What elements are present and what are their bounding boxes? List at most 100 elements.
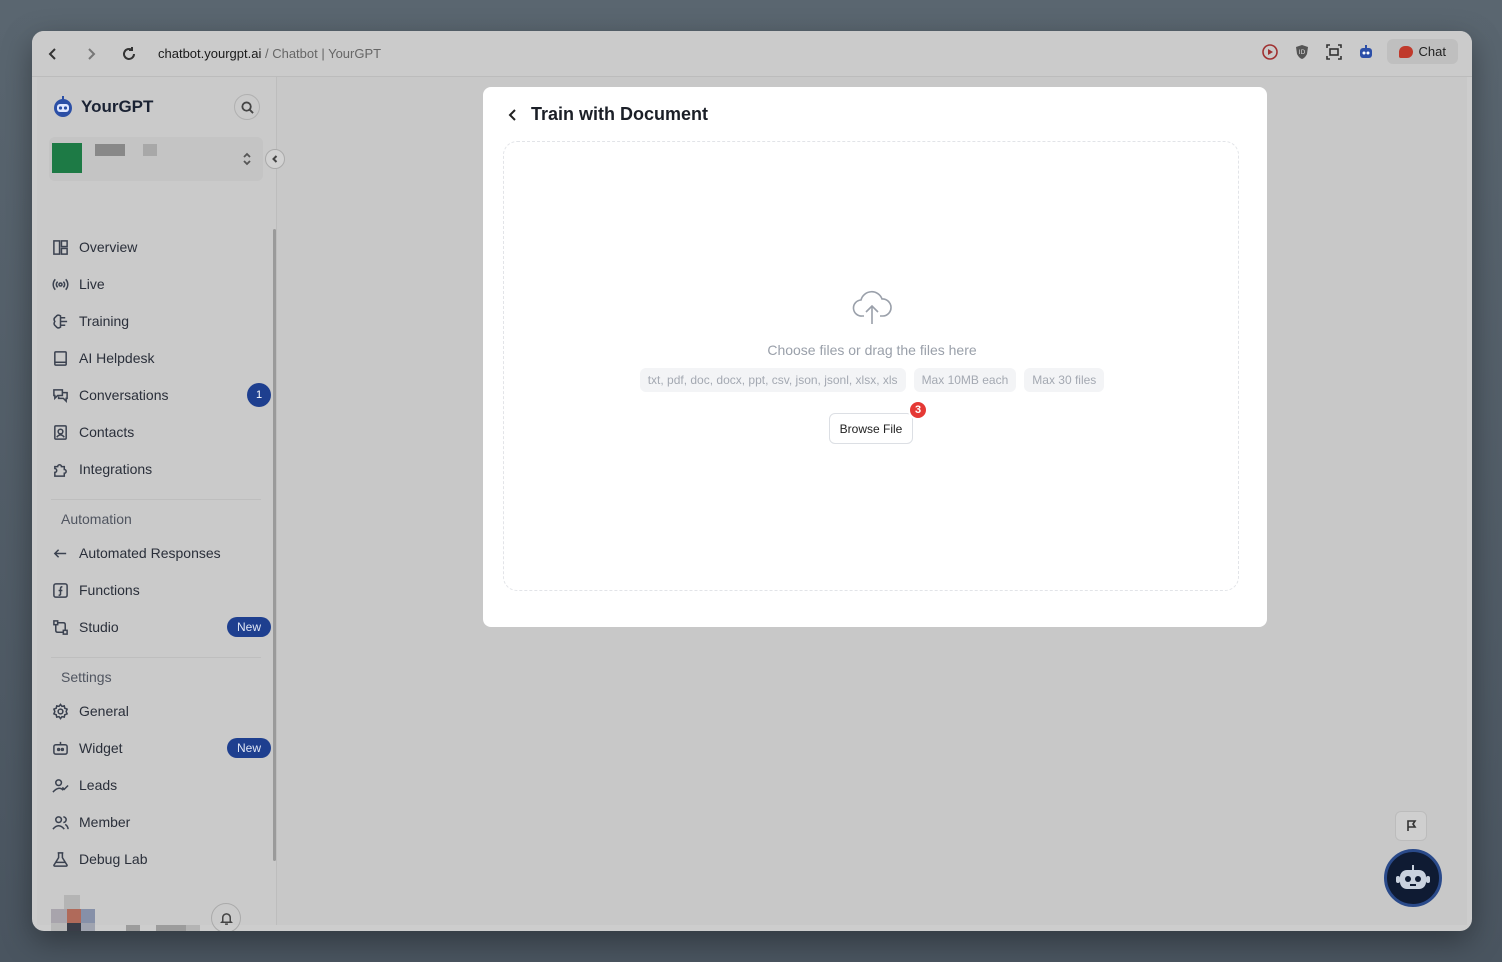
collapse-sidebar-button[interactable] bbox=[265, 149, 285, 169]
url-domain: chatbot.yourgpt.ai bbox=[158, 46, 262, 61]
chatbot-launcher-button[interactable] bbox=[1384, 849, 1442, 907]
unread-count-badge: 1 bbox=[247, 383, 271, 407]
reload-icon bbox=[123, 46, 135, 60]
chat-label: Chat bbox=[1418, 44, 1446, 59]
gear-icon bbox=[51, 702, 69, 720]
sidebar-item-automated-responses[interactable]: Automated Responses bbox=[51, 538, 261, 568]
sidebar-item-widget[interactable]: Widget New bbox=[51, 733, 271, 763]
workspace-switcher[interactable] bbox=[49, 137, 263, 181]
pixel-block bbox=[186, 925, 200, 931]
pixel-block bbox=[51, 909, 67, 923]
puzzle-icon bbox=[51, 460, 69, 478]
sidebar-item-general[interactable]: General bbox=[51, 696, 261, 726]
chat-bubbles-icon bbox=[51, 386, 69, 404]
sidebar-item-label: Training bbox=[79, 313, 130, 329]
sidebar-divider bbox=[51, 657, 261, 658]
sidebar-item-overview[interactable]: Overview bbox=[51, 232, 261, 262]
cloud-upload-icon bbox=[852, 290, 892, 326]
book-icon bbox=[51, 349, 69, 367]
sidebar-item-label: Conversations bbox=[79, 387, 169, 403]
file-dropzone[interactable]: Choose files or drag the files here txt,… bbox=[503, 141, 1239, 591]
sidebar-item-live[interactable]: Live bbox=[51, 269, 261, 299]
workspace-avatar bbox=[52, 143, 82, 173]
crop-frame-icon bbox=[1325, 43, 1342, 60]
sidebar-item-label: Contacts bbox=[79, 424, 135, 440]
train-document-modal: Train with Document Choose files or drag… bbox=[483, 87, 1267, 627]
sidebar-item-studio[interactable]: Studio New bbox=[51, 612, 271, 642]
sidebar-item-label: Overview bbox=[79, 239, 138, 255]
function-icon bbox=[51, 581, 69, 599]
flask-icon bbox=[51, 850, 69, 868]
bell-icon bbox=[219, 912, 233, 925]
sidebar-item-ai-helpdesk[interactable]: AI Helpdesk bbox=[51, 343, 261, 373]
pixel-block bbox=[67, 909, 81, 923]
yourgpt-extension[interactable] bbox=[1355, 41, 1377, 63]
feedback-flag-button[interactable] bbox=[1395, 811, 1427, 841]
sidebar-item-functions[interactable]: Functions bbox=[51, 575, 261, 605]
broadcast-icon bbox=[51, 275, 69, 293]
robot-icon bbox=[1396, 865, 1430, 889]
sidebar-item-label: Functions bbox=[79, 582, 140, 598]
sidebar-item-integrations[interactable]: Integrations bbox=[51, 454, 261, 484]
sidebar-item-label: General bbox=[79, 703, 129, 719]
shield-icon: ID bbox=[1295, 44, 1308, 59]
forward-button[interactable] bbox=[74, 39, 108, 69]
sidebar-item-leads[interactable]: Leads bbox=[51, 770, 261, 800]
modal-title: Train with Document bbox=[531, 104, 709, 124]
allowed-formats-chip: txt, pdf, doc, docx, ppt, csv, json, jso… bbox=[639, 368, 906, 392]
sidebar-item-debug-lab[interactable]: Debug Lab bbox=[51, 844, 261, 874]
record-extension[interactable] bbox=[1259, 41, 1281, 63]
pixel-block bbox=[51, 923, 67, 931]
automation-section-label: Automation bbox=[61, 511, 132, 527]
pixel-block bbox=[156, 925, 186, 931]
url-page-title: Chatbot | YourGPT bbox=[272, 46, 382, 61]
browser-toolbar: chatbot.yourgpt.ai / Chatbot | YourGPT I… bbox=[32, 31, 1472, 77]
dropzone-instructions: Choose files or drag the files here bbox=[767, 342, 977, 358]
chevron-left-icon bbox=[508, 109, 516, 121]
back-button[interactable] bbox=[36, 39, 70, 69]
address-bar[interactable]: chatbot.yourgpt.ai / Chatbot | YourGPT bbox=[158, 46, 381, 61]
reload-button[interactable] bbox=[112, 39, 146, 69]
svg-text:ID: ID bbox=[1298, 49, 1305, 56]
widget-icon bbox=[51, 739, 69, 757]
brand[interactable]: YourGPT bbox=[51, 95, 153, 119]
user-check-icon bbox=[51, 776, 69, 794]
sidebar-item-training[interactable]: Training bbox=[51, 306, 261, 336]
yourgpt-logo-icon bbox=[54, 96, 72, 117]
pixel-block bbox=[64, 895, 80, 909]
robot-icon bbox=[1359, 44, 1372, 58]
flow-icon bbox=[51, 618, 69, 636]
step-number-badge: 3 bbox=[908, 400, 928, 420]
pixel-block bbox=[81, 923, 95, 931]
chat-button[interactable]: Chat bbox=[1386, 39, 1458, 64]
sidebar-item-label: Live bbox=[79, 276, 105, 292]
browse-file-button[interactable]: Browse File bbox=[829, 413, 913, 444]
notifications-button[interactable] bbox=[211, 903, 241, 931]
screenshot-extension[interactable] bbox=[1323, 41, 1345, 63]
shield-extension[interactable]: ID bbox=[1291, 41, 1313, 63]
sidebar-item-label: AI Helpdesk bbox=[79, 350, 155, 366]
sidebar: YourGPT Overview Live Training AI Helpde… bbox=[37, 77, 277, 931]
pixel-block bbox=[81, 909, 95, 923]
brain-icon bbox=[51, 312, 69, 330]
sidebar-item-member[interactable]: Member bbox=[51, 807, 261, 837]
sidebar-item-contacts[interactable]: Contacts bbox=[51, 417, 261, 447]
new-badge: New bbox=[226, 617, 271, 637]
url-separator: / bbox=[261, 46, 273, 61]
sidebar-item-label: Member bbox=[79, 814, 131, 830]
sidebar-item-label: Debug Lab bbox=[79, 851, 148, 867]
record-icon bbox=[1261, 43, 1278, 60]
sidebar-item-label: Widget bbox=[79, 740, 123, 756]
new-badge: New bbox=[226, 738, 271, 758]
modal-back-button[interactable] bbox=[503, 105, 523, 125]
chevron-left-icon bbox=[48, 47, 56, 60]
chevron-right-icon bbox=[88, 47, 96, 60]
sidebar-item-conversations[interactable]: Conversations 1 bbox=[51, 380, 271, 410]
sidebar-item-label: Automated Responses bbox=[79, 545, 221, 561]
search-button[interactable] bbox=[234, 94, 260, 120]
settings-section-label: Settings bbox=[61, 669, 112, 685]
max-size-chip: Max 10MB each bbox=[913, 368, 1017, 392]
sidebar-scrollbar[interactable] bbox=[273, 229, 276, 861]
contact-card-icon bbox=[51, 423, 69, 441]
sidebar-item-label: Leads bbox=[79, 777, 118, 793]
